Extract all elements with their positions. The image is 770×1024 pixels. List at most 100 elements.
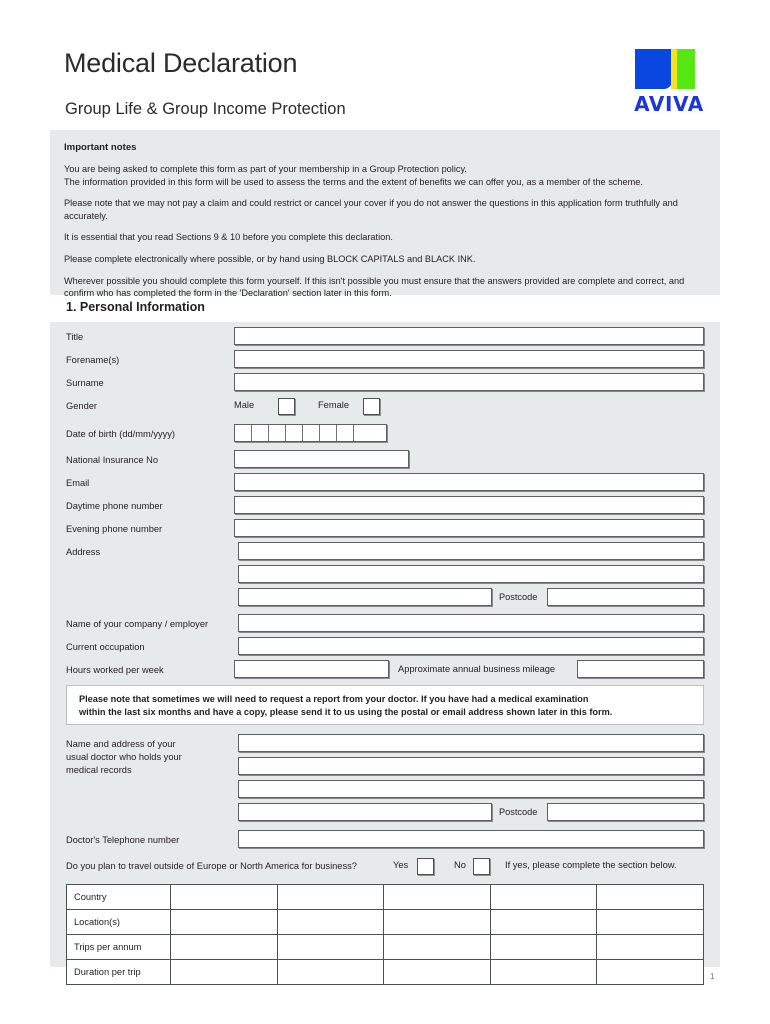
dob-cell-m2[interactable] <box>286 425 303 441</box>
doctor-report-note: Please note that sometimes we will need … <box>66 685 704 725</box>
label-forenames: Forename(s) <box>66 355 120 365</box>
row-evening-phone: Evening phone number <box>50 519 720 542</box>
checkbox-gender-male[interactable] <box>278 398 295 415</box>
row-hours-mileage: Hours worked per week Approximate annual… <box>50 660 720 683</box>
table-row: Location(s) <box>65 909 704 935</box>
input-forenames[interactable] <box>234 350 704 368</box>
input-postcode[interactable] <box>547 588 704 606</box>
label-date-of-birth: Date of birth (dd/mm/yyyy) <box>66 429 176 439</box>
label-postcode: Postcode <box>499 592 538 602</box>
travel-cell-duration-4[interactable] <box>489 959 598 985</box>
travel-row-label-locations: Location(s) <box>65 909 172 935</box>
label-daytime-phone: Daytime phone number <box>66 501 163 511</box>
page-title: Medical Declaration <box>64 48 298 78</box>
travel-cell-country-2[interactable] <box>276 884 385 910</box>
input-date-of-birth[interactable] <box>234 424 387 442</box>
input-surname[interactable] <box>234 373 704 391</box>
row-address: Address <box>50 542 720 565</box>
dob-cell-y2[interactable] <box>320 425 337 441</box>
dob-cell-d2[interactable] <box>252 425 269 441</box>
travel-cell-country-1[interactable] <box>170 884 278 910</box>
row-email: Email <box>50 473 720 496</box>
row-address-line-3: Postcode <box>50 588 720 611</box>
input-national-insurance[interactable] <box>234 450 409 468</box>
travel-cell-duration-2[interactable] <box>276 959 385 985</box>
travel-details-table: Country Location(s) Trips per annum Dura… <box>65 884 704 985</box>
input-title[interactable] <box>234 327 704 345</box>
label-travel-hint: If yes, please complete the section belo… <box>505 860 677 870</box>
notes-line-1: You are being asked to complete this for… <box>64 164 467 174</box>
travel-cell-trips-2[interactable] <box>276 934 385 960</box>
input-business-mileage[interactable] <box>577 660 704 678</box>
label-business-mileage: Approximate annual business mileage <box>398 664 556 674</box>
travel-cell-trips-5[interactable] <box>596 934 704 960</box>
input-doctor-phone[interactable] <box>238 830 704 848</box>
page-subtitle: Group Life & Group Income Protection <box>65 100 346 118</box>
checkbox-gender-female[interactable] <box>363 398 380 415</box>
label-national-insurance: National Insurance No <box>66 455 158 465</box>
label-evening-phone: Evening phone number <box>66 524 163 534</box>
input-doctor-postcode[interactable] <box>547 803 704 821</box>
label-address: Address <box>66 547 101 557</box>
travel-row-label-trips-per-annum: Trips per annum <box>65 934 172 960</box>
row-daytime-phone: Daytime phone number <box>50 496 720 519</box>
travel-cell-locations-5[interactable] <box>596 909 704 935</box>
travel-cell-duration-1[interactable] <box>170 959 278 985</box>
input-address-line-3[interactable] <box>238 588 492 606</box>
input-occupation[interactable] <box>238 637 704 655</box>
row-doctor-address-line-2 <box>50 757 720 780</box>
label-gender: Gender <box>66 401 98 411</box>
label-gender-male: Male <box>234 400 255 410</box>
input-email[interactable] <box>234 473 704 491</box>
doctor-report-note-line-2: within the last six months and have a co… <box>79 707 613 717</box>
table-row: Country <box>65 884 704 910</box>
label-travel-question: Do you plan to travel outside of Europe … <box>66 861 357 871</box>
input-address-line-2[interactable] <box>238 565 704 583</box>
input-doctor-address-line-2[interactable] <box>238 757 704 775</box>
dob-cell-m1[interactable] <box>269 425 286 441</box>
travel-cell-locations-1[interactable] <box>170 909 278 935</box>
input-doctor-address-line-4[interactable] <box>238 803 492 821</box>
travel-cell-trips-3[interactable] <box>383 934 491 960</box>
travel-cell-duration-5[interactable] <box>596 959 704 985</box>
input-doctor-address-line-1[interactable] <box>238 734 704 752</box>
label-email: Email <box>66 478 90 488</box>
dob-cell-y3[interactable] <box>337 425 354 441</box>
input-daytime-phone[interactable] <box>234 496 704 514</box>
dob-cell-y4[interactable] <box>354 425 371 441</box>
travel-cell-locations-3[interactable] <box>383 909 491 935</box>
travel-cell-trips-4[interactable] <box>489 934 598 960</box>
page-header: Medical Declaration Group Life & Group I… <box>0 0 770 130</box>
section-heading-personal-information: 1. Personal Information <box>66 300 205 314</box>
travel-cell-country-3[interactable] <box>383 884 491 910</box>
row-travel-question: Do you plan to travel outside of Europe … <box>50 856 720 879</box>
input-address-line-1[interactable] <box>238 542 704 560</box>
personal-information-panel: Title Forename(s) Surname Gender Male Fe… <box>50 322 720 985</box>
label-travel-no: No <box>454 860 466 870</box>
important-notes-panel: Important notes You are being asked to c… <box>50 130 720 298</box>
travel-cell-trips-1[interactable] <box>170 934 278 960</box>
row-doctor-phone: Doctor's Telephone number <box>50 830 720 853</box>
input-company[interactable] <box>238 614 704 632</box>
travel-cell-country-4[interactable] <box>489 884 598 910</box>
row-forenames: Forename(s) <box>50 350 720 373</box>
travel-cell-duration-3[interactable] <box>383 959 491 985</box>
checkbox-travel-yes[interactable] <box>417 858 434 875</box>
input-hours-per-week[interactable] <box>234 660 389 678</box>
label-occupation: Current occupation <box>66 642 145 652</box>
travel-cell-locations-2[interactable] <box>276 909 385 935</box>
dob-cell-d1[interactable] <box>235 425 252 441</box>
notes-paragraph-5: Wherever possible you should complete th… <box>64 275 685 299</box>
checkbox-travel-no[interactable] <box>473 858 490 875</box>
dob-cell-y1[interactable] <box>303 425 320 441</box>
logo-blue-shape <box>635 49 672 89</box>
notes-paragraph-3: It is essential that you read Sections 9… <box>64 232 393 243</box>
row-company: Name of your company / employer <box>50 614 720 637</box>
travel-cell-locations-4[interactable] <box>489 909 598 935</box>
row-gender: Gender Male Female <box>50 396 720 419</box>
input-evening-phone[interactable] <box>234 519 704 537</box>
travel-cell-country-5[interactable] <box>596 884 704 910</box>
input-doctor-address-line-3[interactable] <box>238 780 704 798</box>
notes-paragraph-4: Please complete electronically where pos… <box>64 253 476 264</box>
aviva-wordmark: AVIVA <box>634 92 704 116</box>
